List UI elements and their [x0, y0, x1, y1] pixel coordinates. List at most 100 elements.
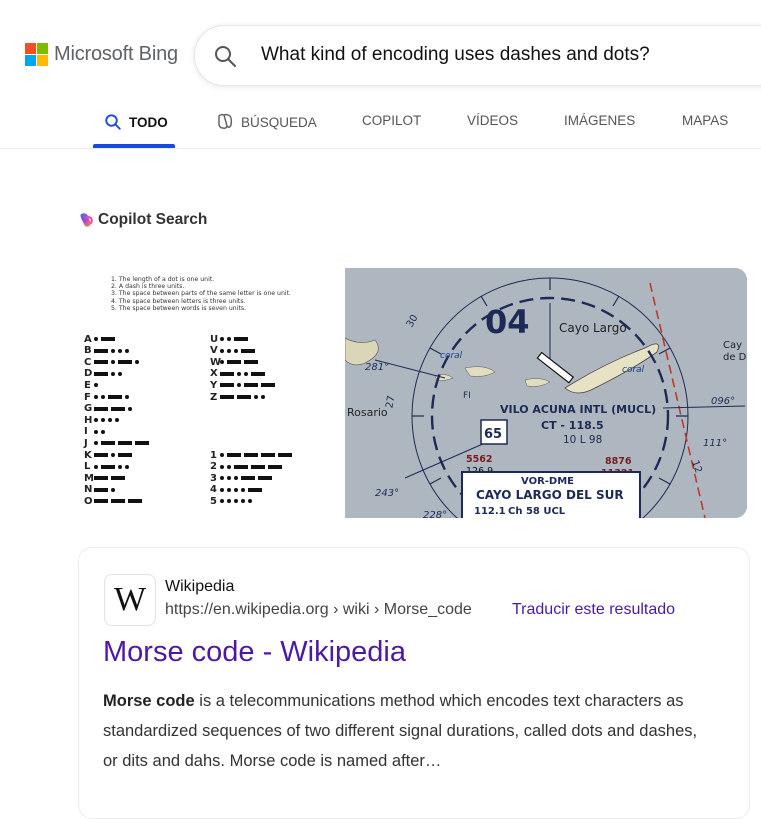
morse-dot: [241, 487, 245, 492]
morse-dash: [241, 476, 255, 481]
tab-busqueda[interactable]: BÚSQUEDA: [215, 113, 317, 131]
tab-copilot[interactable]: COPILOT: [362, 113, 421, 128]
morse-dot: [125, 348, 129, 353]
translate-link[interactable]: Traducir este resultado: [512, 601, 675, 619]
image-carousel[interactable]: 1. The length of a dot is one unit. 2. A…: [78, 268, 747, 518]
morse-row: G: [84, 403, 135, 415]
morse-dot: [94, 429, 98, 434]
result-url[interactable]: https://en.wikipedia.org › wiki › Morse_…: [165, 601, 472, 619]
morse-dash: [118, 453, 132, 457]
svg-text:281°: 281°: [365, 362, 389, 373]
morse-char: L: [84, 461, 91, 473]
morse-row: U: [210, 334, 251, 345]
morse-char: 2: [210, 461, 217, 473]
morse-dot: [234, 499, 238, 504]
morse-char: V: [210, 345, 218, 357]
morse-dot: [220, 476, 224, 481]
morse-row: Y: [210, 380, 278, 391]
result-title-link[interactable]: Morse code - Wikipedia: [103, 636, 406, 669]
morse-dash: [251, 464, 265, 469]
morse-dash: [101, 441, 115, 446]
copilot-search-header[interactable]: Copilot Search: [78, 211, 207, 229]
morse-dot: [237, 371, 241, 376]
morse-char: H: [84, 414, 93, 426]
morse-dash: [94, 406, 108, 411]
morse-dot: [220, 453, 224, 457]
morse-dot: [220, 464, 224, 469]
morse-dash: [94, 487, 108, 492]
aviation-chart-svg: 04 Cayo Largo VILO ACUNA INTL (MUCL) CT …: [345, 268, 747, 518]
morse-char: X: [210, 368, 218, 380]
morse-dot: [227, 487, 231, 492]
copilot-icon: [80, 213, 93, 227]
aviation-chart-image[interactable]: 04 Cayo Largo VILO ACUNA INTL (MUCL) CT …: [345, 268, 747, 518]
tab-label: TODO: [129, 114, 168, 130]
morse-dash: [234, 464, 248, 469]
morse-dot: [220, 487, 224, 492]
morse-dot: [220, 348, 224, 353]
morse-rules: 1. The length of a dot is one unit. 2. A…: [111, 276, 291, 312]
search-box[interactable]: What kind of encoding uses dashes and do…: [194, 25, 761, 86]
wikipedia-favicon-icon[interactable]: W: [104, 574, 156, 626]
morse-dash: [251, 371, 265, 376]
search-icon: [105, 114, 121, 130]
morse-dash: [237, 395, 251, 399]
tab-mapas[interactable]: MAPAS: [682, 113, 728, 128]
morse-row: N: [84, 484, 118, 495]
morse-row: 3: [210, 473, 275, 484]
morse-dot: [94, 418, 98, 423]
morse-dash: [241, 348, 255, 353]
tab-videos[interactable]: VÍDEOS: [467, 113, 518, 128]
result-site-name[interactable]: Wikipedia: [165, 578, 234, 596]
morse-dot: [227, 499, 231, 504]
morse-char: J: [84, 437, 88, 449]
morse-dash: [244, 453, 258, 457]
morse-dash: [101, 464, 115, 469]
tab-label: VÍDEOS: [467, 113, 519, 128]
morse-dot: [227, 464, 231, 469]
morse-dot: [125, 395, 129, 399]
morse-dot: [115, 418, 119, 423]
tab-todo[interactable]: TODO: [104, 113, 168, 131]
morse-row: W: [210, 357, 261, 368]
morse-dot: [111, 487, 115, 492]
morse-chart-image[interactable]: 1. The length of a dot is one unit. 2. A…: [78, 268, 344, 518]
morse-row: M: [84, 473, 128, 484]
morse-row: B: [84, 345, 132, 356]
morse-dot: [101, 395, 105, 399]
tab-imagenes[interactable]: IMÁGENES: [564, 113, 635, 128]
morse-dash: [227, 360, 241, 365]
morse-char: 4: [210, 484, 217, 496]
morse-row: D: [84, 368, 125, 380]
morse-row: 5: [210, 496, 255, 507]
morse-row: O: [84, 496, 145, 507]
morse-dot: [244, 371, 248, 376]
morse-char: K: [84, 449, 92, 461]
svg-text:243°: 243°: [375, 488, 399, 499]
svg-text:8876: 8876: [605, 456, 632, 467]
bing-logo[interactable]: Microsoft Bing: [25, 43, 178, 66]
morse-dot: [94, 441, 98, 446]
search-icon[interactable]: [213, 44, 237, 68]
morse-dot: [227, 476, 231, 481]
morse-char: D: [84, 368, 93, 380]
search-input[interactable]: What kind of encoding uses dashes and do…: [261, 44, 650, 66]
morse-dot: [111, 348, 115, 353]
svg-text:FI: FI: [463, 391, 471, 401]
svg-text:Ch 58 UCL: Ch 58 UCL: [508, 506, 566, 517]
morse-char: E: [84, 379, 91, 391]
morse-dash: [111, 476, 125, 481]
tab-label: COPILOT: [362, 113, 422, 128]
search-tabs: TODO BÚSQUEDA COPILOT VÍDEOS IMÁGENES MA…: [0, 100, 761, 149]
tab-label: MAPAS: [682, 113, 729, 128]
morse-row: 4: [210, 484, 265, 496]
morse-char: G: [84, 403, 93, 415]
svg-text:27: 27: [384, 395, 397, 409]
morse-dash: [128, 499, 142, 504]
svg-text:228°: 228°: [423, 510, 447, 518]
morse-dot: [94, 395, 98, 399]
svg-text:5562: 5562: [466, 454, 492, 465]
elev-label: 10 L 98: [563, 434, 602, 446]
morse-row: 2: [210, 461, 285, 473]
morse-char: 1: [210, 449, 217, 461]
